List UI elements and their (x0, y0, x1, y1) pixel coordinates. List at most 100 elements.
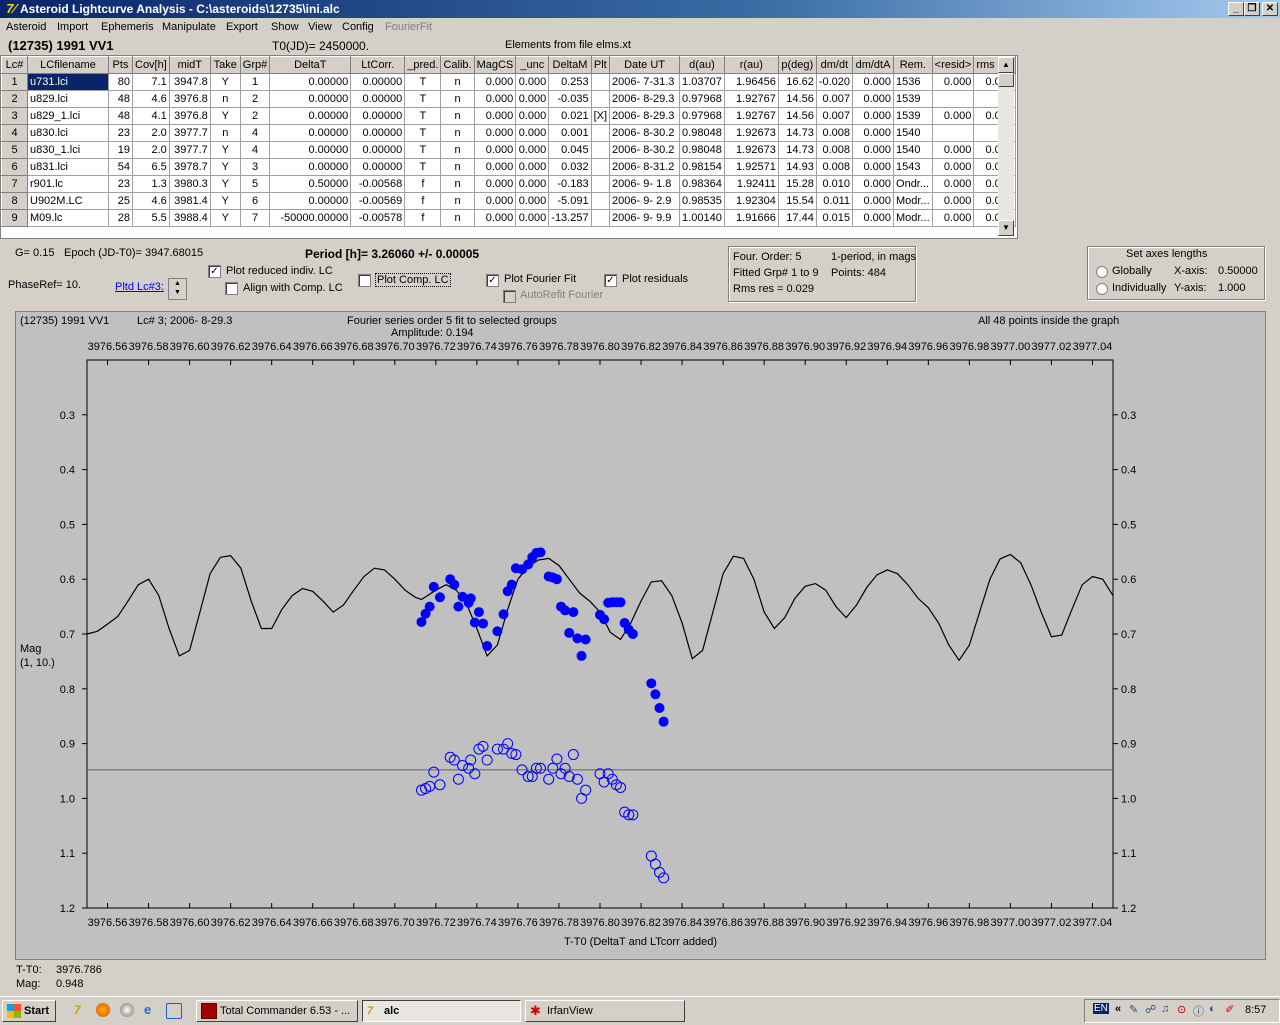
table-cell[interactable]: 1540 (893, 124, 933, 142)
table-cell[interactable]: 7 (239, 209, 271, 227)
column-header[interactable]: dm/dt (815, 56, 854, 74)
tray-expand-icon[interactable]: « (1115, 1003, 1121, 1015)
table-cell[interactable]: 0.000 (515, 107, 550, 125)
table-cell[interactable]: Y (209, 141, 241, 159)
table-cell[interactable]: 0.007 (815, 107, 854, 125)
table-cell[interactable]: 0.000 (931, 107, 975, 125)
table-cell[interactable]: 1.03707 (679, 73, 725, 91)
row-header[interactable]: 1 (1, 73, 28, 91)
task-alc[interactable]: 7 alc (362, 1000, 521, 1022)
mozilla-icon[interactable] (120, 1003, 134, 1017)
table-cell[interactable]: 0.98048 (679, 124, 725, 142)
table-cell[interactable]: 3976.8 (168, 107, 211, 125)
table-cell[interactable]: 0.000 (852, 141, 895, 159)
table-cell[interactable]: T (404, 124, 442, 142)
table-cell[interactable]: 0.97968 (679, 90, 725, 108)
row-header[interactable]: 8 (1, 192, 28, 210)
table-cell[interactable]: 25 (108, 192, 133, 210)
table-cell[interactable]: -13.257 (548, 209, 592, 227)
table-cell[interactable]: 0.000 (931, 141, 975, 159)
table-cell[interactable]: 0.011 (815, 192, 854, 210)
plot-fourier-checkbox[interactable]: ✓ (486, 274, 499, 287)
desktop-icon[interactable] (166, 1003, 182, 1019)
table-cell[interactable]: 7.1 (132, 73, 170, 91)
table-cell[interactable]: 1 (239, 73, 271, 91)
table-cell[interactable]: Ondr... (893, 175, 933, 193)
column-header[interactable]: _unc (515, 56, 550, 74)
table-cell[interactable]: 0.000 (473, 124, 517, 142)
table-cell[interactable]: 0.000 (515, 124, 550, 142)
tray-info-icon[interactable]: ⓘ (1193, 1003, 1204, 1019)
table-cell[interactable]: 14.93 (777, 158, 817, 176)
table-row[interactable]: 9 M09.lc 28 5.5 3988.4 Y 7 -50000.00000 -0.00578… (1, 209, 1017, 227)
table-cell[interactable]: 2.0 (132, 124, 170, 142)
table-cell[interactable]: 3988.4 (168, 209, 211, 227)
table-cell[interactable]: 0.00000 (269, 141, 352, 159)
table-cell[interactable]: 4 (239, 141, 271, 159)
table-cell[interactable]: 0.000 (473, 73, 517, 91)
table-cell[interactable]: 0.000 (852, 209, 895, 227)
table-cell[interactable]: r901.lc (27, 175, 109, 193)
table-cell[interactable]: 0.000 (852, 192, 895, 210)
table-cell[interactable]: 0.000 (931, 209, 975, 227)
column-header[interactable]: Lc# (1, 56, 28, 74)
table-cell[interactable]: -0.035 (548, 90, 592, 108)
table-cell[interactable]: u829_1.lci (27, 107, 109, 125)
table-cell[interactable]: T (404, 158, 442, 176)
table-cell[interactable]: 5 (239, 175, 271, 193)
table-cell[interactable]: 4.1 (132, 107, 170, 125)
start-button[interactable]: Start (2, 1000, 56, 1022)
table-cell[interactable]: 0.00000 (350, 107, 406, 125)
align-comp-checkbox[interactable] (225, 282, 238, 295)
table-cell[interactable]: 1.92673 (723, 141, 779, 159)
table-cell[interactable]: 1539 (893, 90, 933, 108)
column-header[interactable]: dm/dtA (852, 56, 895, 74)
table-cell[interactable]: 3977.7 (168, 141, 211, 159)
plot-residuals-checkbox[interactable]: ✓ (604, 274, 617, 287)
table-cell[interactable]: 0.00000 (269, 158, 352, 176)
column-header[interactable]: d(au) (679, 56, 725, 74)
table-cell[interactable]: 0.008 (815, 158, 854, 176)
table-cell[interactable]: 1.92673 (723, 124, 779, 142)
table-cell[interactable]: Y (209, 209, 241, 227)
column-header[interactable]: midT (168, 56, 211, 74)
table-cell[interactable]: 0.00000 (269, 73, 352, 91)
table-cell[interactable]: 2006- 9- 2.9 (609, 192, 681, 210)
table-cell[interactable]: 0.000 (473, 192, 517, 210)
table-cell[interactable]: T (404, 90, 442, 108)
table-cell[interactable]: Y (209, 175, 241, 193)
table-cell[interactable]: 16.62 (777, 73, 817, 91)
tray-pen-icon[interactable]: ✐ (1225, 1003, 1234, 1016)
table-cell[interactable]: 3980.3 (168, 175, 211, 193)
table-cell[interactable]: -50000.00000 (269, 209, 352, 227)
table-cell[interactable]: 0.000 (473, 209, 517, 227)
table-cell[interactable]: 0.00000 (350, 90, 406, 108)
table-cell[interactable]: 2 (239, 107, 271, 125)
table-cell[interactable]: 15.54 (777, 192, 817, 210)
table-cell[interactable]: n (209, 124, 241, 142)
spin-up-icon[interactable]: ▲ (169, 279, 186, 288)
table-cell[interactable]: 1.3 (132, 175, 170, 193)
table-cell[interactable]: Y (209, 107, 241, 125)
table-cell[interactable]: n (440, 175, 475, 193)
table-cell[interactable]: -0.00568 (350, 175, 406, 193)
table-cell[interactable]: n (440, 107, 475, 125)
table-cell[interactable]: 0.97968 (679, 107, 725, 125)
table-scrollbar[interactable]: ▲ ▼ (998, 57, 1014, 236)
table-cell[interactable] (590, 141, 611, 159)
column-header[interactable]: r(au) (723, 56, 779, 74)
table-cell[interactable]: 0.000 (515, 141, 550, 159)
table-cell[interactable]: -5.091 (548, 192, 592, 210)
table-cell[interactable]: u830_1.lci (27, 141, 109, 159)
alc-quicklaunch-icon[interactable]: 7 (74, 1003, 88, 1017)
scroll-down-icon[interactable]: ▼ (998, 220, 1014, 236)
table-cell[interactable]: 14.73 (777, 141, 817, 159)
table-cell[interactable]: 1.92304 (723, 192, 779, 210)
table-cell[interactable]: 0.000 (931, 192, 975, 210)
table-cell[interactable] (931, 124, 975, 142)
spin-down-icon[interactable]: ▼ (169, 288, 186, 297)
table-cell[interactable]: 0.021 (548, 107, 592, 125)
table-cell[interactable] (590, 209, 611, 227)
language-indicator[interactable]: EN (1093, 1003, 1109, 1014)
menu-manipulate[interactable]: Manipulate (162, 21, 216, 33)
